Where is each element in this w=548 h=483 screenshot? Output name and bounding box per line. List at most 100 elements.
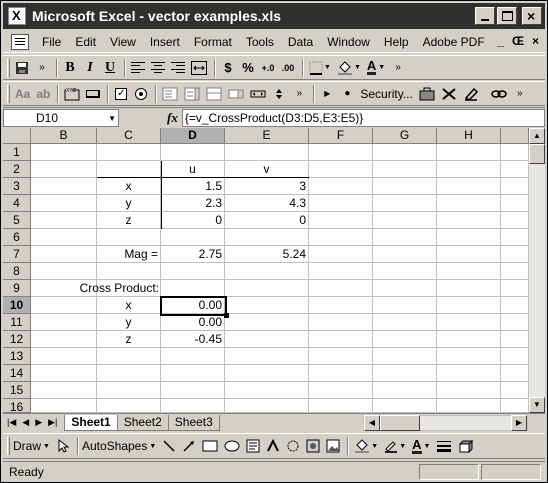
wordart-button[interactable] <box>264 436 282 456</box>
menu-tools[interactable]: Tools <box>239 32 281 52</box>
grid-cell[interactable] <box>373 246 437 263</box>
grid-cell[interactable] <box>225 331 309 348</box>
grid-cell[interactable] <box>161 263 225 280</box>
grid-cell[interactable] <box>373 399 437 413</box>
row-header-5[interactable]: 5 <box>3 212 31 229</box>
grid-cell[interactable] <box>31 195 97 212</box>
workbook-icon[interactable] <box>11 33 29 50</box>
arrow-tool-button[interactable] <box>180 436 198 456</box>
line-style-button[interactable] <box>434 436 454 456</box>
cell-d10[interactable]: 0.00 <box>161 297 225 314</box>
grid-cell[interactable] <box>225 399 309 413</box>
label-control-button[interactable]: Aa <box>13 84 32 104</box>
combo-dropdown-button[interactable] <box>226 84 246 104</box>
grid-cell[interactable] <box>437 297 501 314</box>
toolbar-grip[interactable] <box>7 58 10 77</box>
grid-cell[interactable] <box>31 331 97 348</box>
cell-d3[interactable]: 1.5 <box>161 178 225 195</box>
first-sheet-button[interactable]: |◀ <box>7 417 16 428</box>
grid-cell[interactable] <box>373 331 437 348</box>
vertical-scroll-thumb[interactable] <box>529 144 545 164</box>
grid-cell[interactable] <box>309 297 373 314</box>
run-macro-button[interactable]: ▶ <box>318 84 336 104</box>
grid-cell[interactable] <box>373 161 437 178</box>
font-color-button[interactable]: A ▼ <box>365 58 387 78</box>
grid-cell[interactable] <box>225 382 309 399</box>
doc-restore-button[interactable]: Œ <box>512 34 524 48</box>
grid-cell[interactable] <box>437 382 501 399</box>
cell-c4[interactable]: y <box>97 195 161 212</box>
grid-cell[interactable] <box>97 229 161 246</box>
save-button[interactable] <box>13 58 31 78</box>
cell-e4[interactable]: 4.3 <box>225 195 309 212</box>
cell-d4[interactable]: 2.3 <box>161 195 225 212</box>
grid-cell[interactable] <box>309 348 373 365</box>
grid-cell[interactable] <box>309 280 373 297</box>
grid-cell[interactable] <box>437 348 501 365</box>
next-sheet-button[interactable]: ▶ <box>35 417 42 428</box>
grid-cell[interactable] <box>161 348 225 365</box>
row-header-9[interactable]: 9 <box>3 280 31 297</box>
grid-cell[interactable] <box>161 144 225 161</box>
maximize-button[interactable] <box>497 7 517 25</box>
grid-cell[interactable] <box>501 212 529 229</box>
cell-e3[interactable]: 3 <box>225 178 309 195</box>
column-header-f[interactable]: F <box>309 128 373 144</box>
grid-cell[interactable] <box>97 348 161 365</box>
toolbar-options-chevron[interactable]: » <box>33 58 51 78</box>
cell-c10[interactable]: x <box>97 297 161 314</box>
clip-art-button[interactable] <box>304 436 322 456</box>
align-center-button[interactable] <box>149 58 167 78</box>
grid-cell[interactable] <box>31 144 97 161</box>
fx-icon[interactable]: fx <box>167 110 178 126</box>
grid-cell[interactable] <box>501 195 529 212</box>
grid-cell[interactable] <box>309 399 373 413</box>
grid-cell[interactable] <box>309 382 373 399</box>
row-header-6[interactable]: 6 <box>3 229 31 246</box>
grid-cell[interactable] <box>437 144 501 161</box>
close-button[interactable]: × <box>522 7 542 25</box>
minimize-button[interactable] <box>475 7 495 25</box>
grid-cell[interactable] <box>97 263 161 280</box>
list-box-button[interactable] <box>160 84 180 104</box>
grid-cell[interactable] <box>501 246 529 263</box>
menu-insert[interactable]: Insert <box>143 32 187 52</box>
grid-cell[interactable] <box>373 297 437 314</box>
grid-cell[interactable] <box>373 263 437 280</box>
textbox-tool-button[interactable] <box>244 436 262 456</box>
currency-button[interactable]: $ <box>219 58 237 78</box>
align-left-button[interactable] <box>129 58 147 78</box>
grid-cell[interactable] <box>161 280 225 297</box>
row-header-1[interactable]: 1 <box>3 144 31 161</box>
rectangle-tool-button[interactable] <box>200 436 220 456</box>
row-header-10[interactable]: 10 <box>3 297 31 314</box>
cell-c12[interactable]: z <box>97 331 161 348</box>
horizontal-scroll-thumb[interactable] <box>380 415 420 431</box>
grid-cell[interactable] <box>161 365 225 382</box>
grid-cell[interactable] <box>373 144 437 161</box>
italic-button[interactable]: I <box>81 58 99 78</box>
toolbar-grip[interactable] <box>7 84 10 103</box>
doc-close-button[interactable]: × <box>532 34 539 48</box>
grid-cell[interactable] <box>97 144 161 161</box>
row-header-7[interactable]: 7 <box>3 246 31 263</box>
row-header-14[interactable]: 14 <box>3 365 31 382</box>
column-header-partial[interactable] <box>501 128 529 144</box>
fill-handle[interactable] <box>224 313 229 318</box>
grid-cell[interactable] <box>97 365 161 382</box>
scroll-left-button[interactable]: ◀ <box>364 415 380 431</box>
prev-sheet-button[interactable]: ◀ <box>22 417 29 428</box>
row-header-12[interactable]: 12 <box>3 331 31 348</box>
grid-cell[interactable] <box>31 161 97 178</box>
toolbar-options-chevron[interactable]: » <box>290 84 308 104</box>
grid-cell[interactable] <box>31 263 97 280</box>
row-header-15[interactable]: 15 <box>3 382 31 399</box>
grid-cell[interactable] <box>437 263 501 280</box>
toolbar-options-chevron[interactable]: » <box>389 58 407 78</box>
column-header-e[interactable]: E <box>225 128 309 144</box>
grid-cell[interactable] <box>309 161 373 178</box>
grid-cell[interactable] <box>31 178 97 195</box>
grid-cell[interactable] <box>31 246 97 263</box>
grid-cell[interactable] <box>309 229 373 246</box>
scroll-right-button[interactable]: ▶ <box>511 415 527 431</box>
